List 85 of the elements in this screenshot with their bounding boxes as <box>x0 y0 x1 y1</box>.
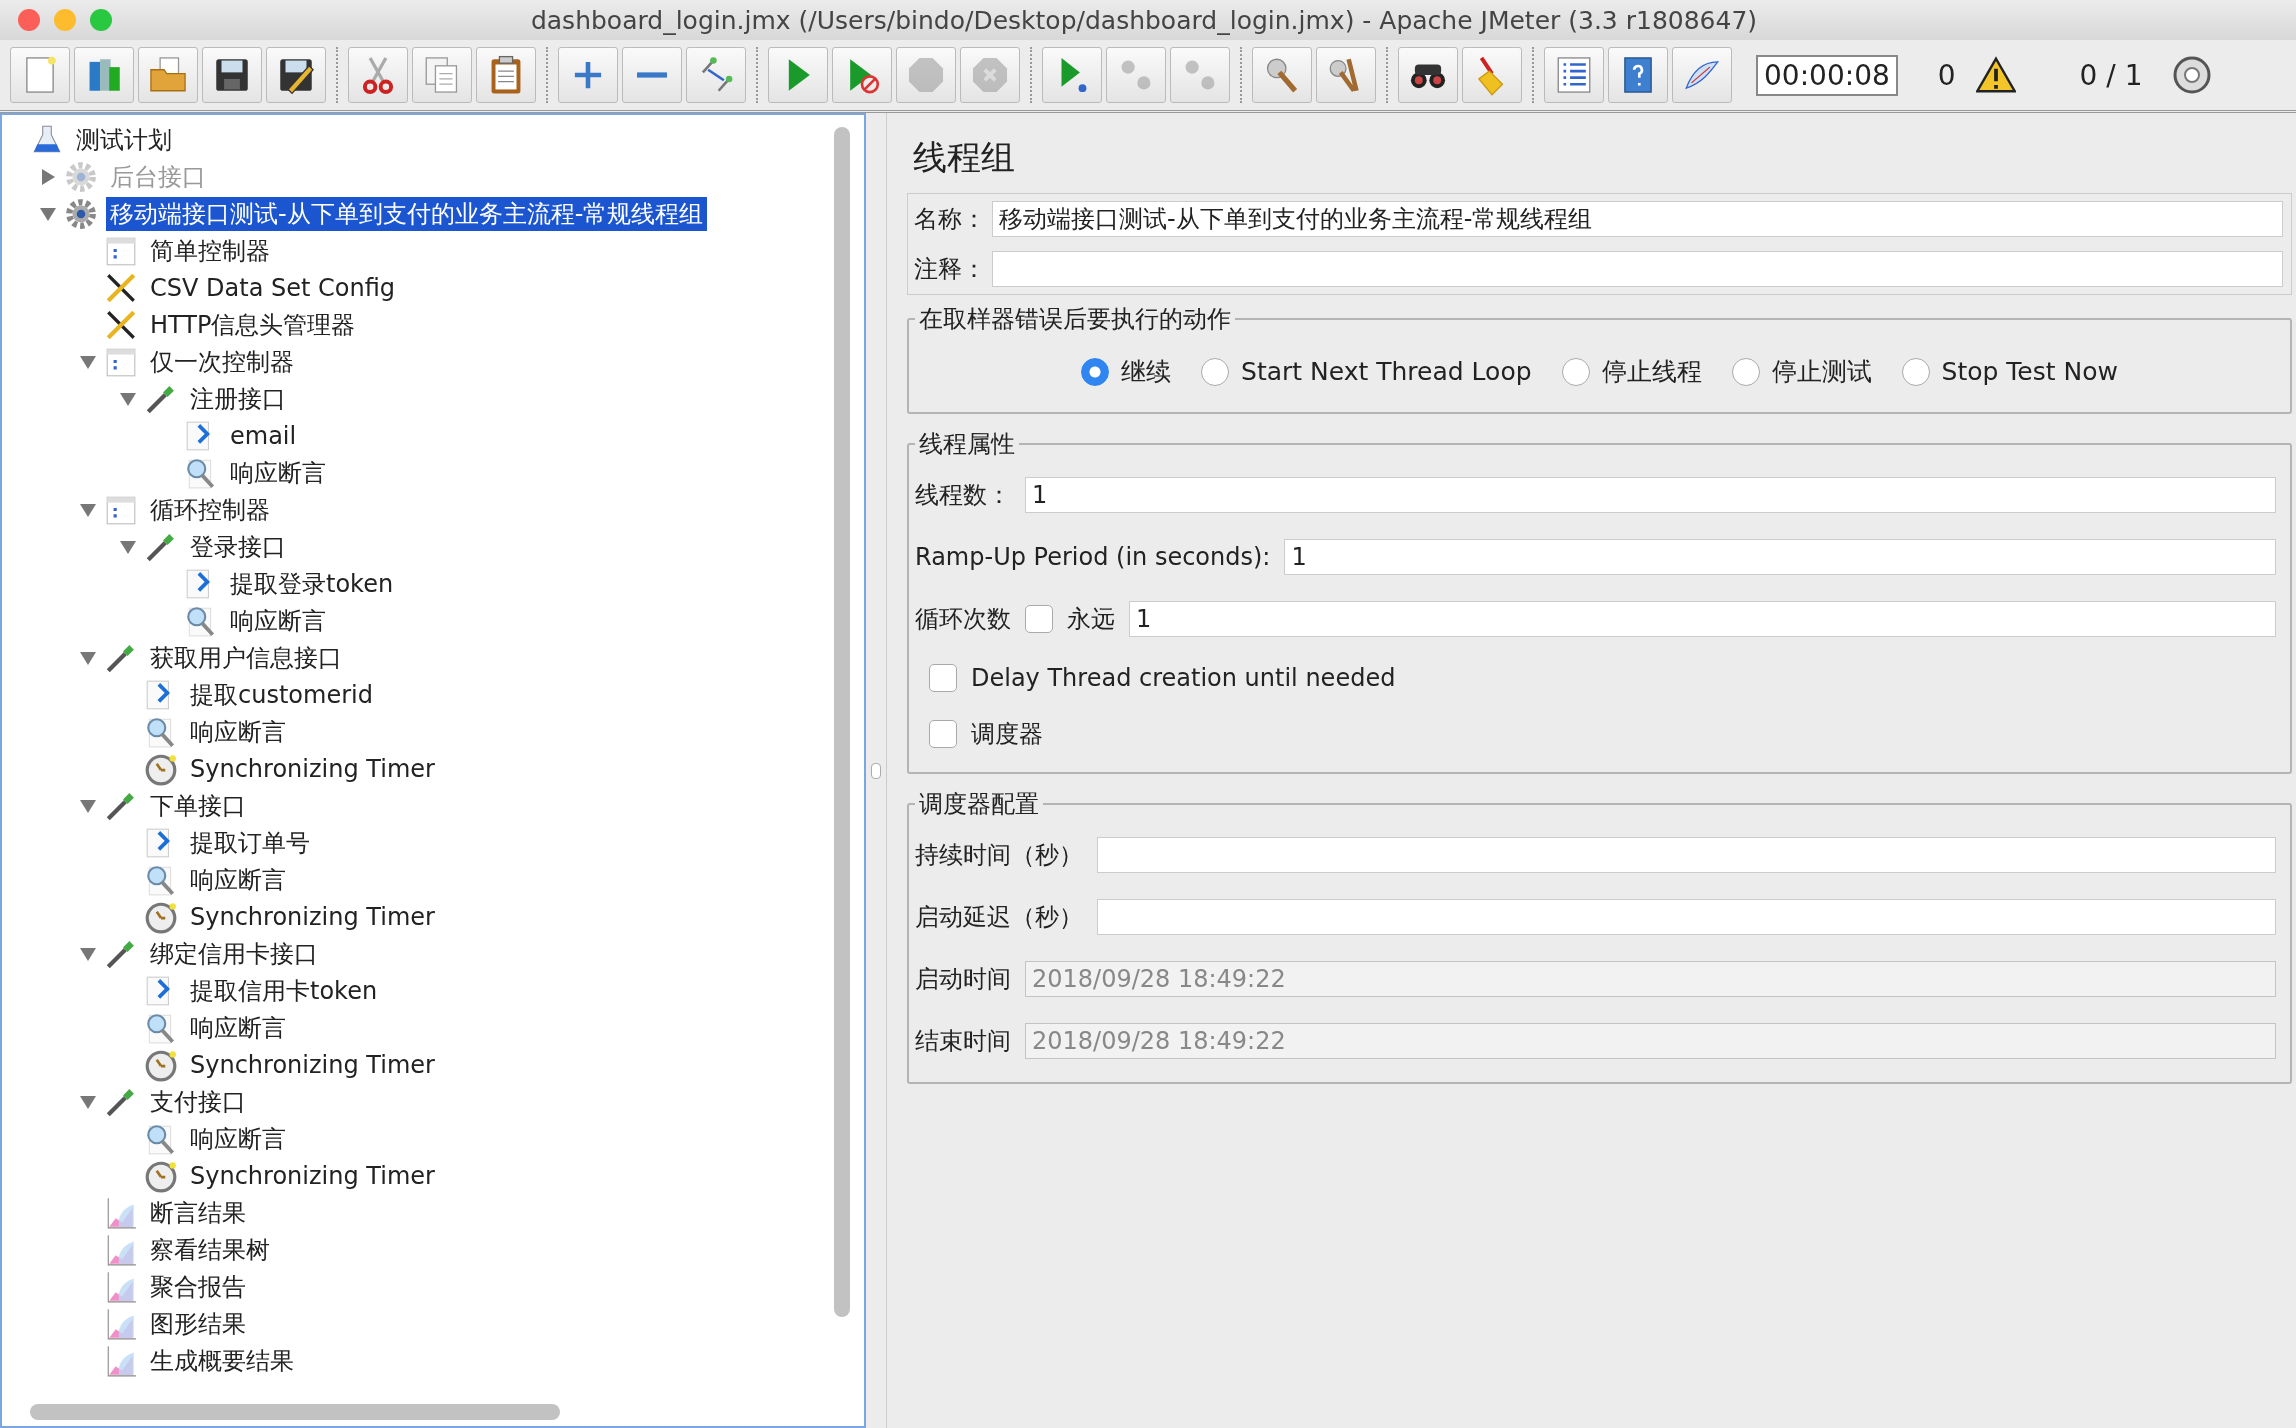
toolbar-button[interactable] <box>202 47 262 103</box>
field-label: 循环次数 <box>915 604 1011 635</box>
toolbar-button[interactable] <box>266 47 326 103</box>
radio-label[interactable]: Stop Test Now <box>1941 357 2118 386</box>
tree-item[interactable]: 移动端接口测试-从下单到支付的业务主流程-常规线程组 <box>106 196 708 231</box>
checkbox-label[interactable]: 永远 <box>1067 603 1115 635</box>
toolbar-button[interactable] <box>1398 47 1458 103</box>
loop-count-field[interactable]: 1 <box>1129 601 2276 637</box>
radio-label[interactable]: 继续 <box>1121 355 1172 388</box>
vertical-scrollbar[interactable] <box>834 127 850 1317</box>
tree-item[interactable]: 提取登录token <box>226 566 398 601</box>
tree-item[interactable]: 仅一次控制器 <box>146 344 298 379</box>
error-count: 0 <box>1937 58 1956 92</box>
tree-item[interactable]: 提取customerid <box>186 677 377 712</box>
tree-item[interactable]: 注册接口 <box>186 381 290 416</box>
input-field[interactable] <box>1097 837 2276 873</box>
section-title: 调度器配置 <box>919 790 1039 818</box>
input-field[interactable] <box>1097 899 2276 935</box>
radio-button[interactable] <box>1201 357 1230 386</box>
field-label: 启动延迟（秒） <box>915 902 1083 933</box>
radio-label[interactable]: 停止线程 <box>1601 355 1702 388</box>
tree-item[interactable]: 生成概要结果 <box>146 1343 298 1378</box>
radio-button[interactable] <box>1561 357 1590 386</box>
tree-item[interactable]: 循环控制器 <box>146 492 274 527</box>
checkbox-label[interactable]: 调度器 <box>971 718 1043 750</box>
checkbox[interactable] <box>1025 605 1053 633</box>
tree-item[interactable]: 响应断言 <box>186 1010 290 1045</box>
horizontal-scrollbar[interactable] <box>30 1404 560 1420</box>
tree-item[interactable]: Synchronizing Timer <box>186 1049 439 1080</box>
tree-item[interactable]: 断言结果 <box>146 1195 250 1230</box>
tree-item[interactable]: 响应断言 <box>186 1121 290 1156</box>
tree-item[interactable]: 响应断言 <box>226 455 330 490</box>
tree-item[interactable]: 提取订单号 <box>186 825 314 860</box>
checkbox[interactable] <box>929 664 957 692</box>
field-label: 名称： <box>914 204 986 235</box>
section-title: 在取样器错误后要执行的动作 <box>919 305 1231 333</box>
tree-item[interactable]: CSV Data Set Config <box>146 272 399 303</box>
minus-icon <box>637 72 667 78</box>
field-label: 持续时间（秒） <box>915 840 1083 871</box>
radio-button[interactable] <box>1901 357 1930 386</box>
tree-item[interactable]: 绑定信用卡接口 <box>146 936 322 971</box>
tree-item[interactable]: 简单控制器 <box>146 233 274 268</box>
tree-item[interactable]: Synchronizing Timer <box>186 753 439 784</box>
tree-item[interactable]: 响应断言 <box>186 714 290 749</box>
close-window-button[interactable] <box>18 9 40 31</box>
field-label: Ramp-Up Period (in seconds): <box>915 543 1271 571</box>
tree-item[interactable]: email <box>226 420 301 451</box>
tree-item[interactable]: Synchronizing Timer <box>186 901 439 932</box>
field-label: 启动时间 <box>915 964 1011 995</box>
radio-button[interactable] <box>1081 357 1110 386</box>
checkbox-label[interactable]: Delay Thread creation until needed <box>971 664 1396 692</box>
active-threads: 0 / 1 <box>2079 58 2143 92</box>
round-icon[interactable] <box>2172 55 2213 95</box>
tree-item[interactable]: 响应断言 <box>186 862 290 897</box>
tree-item[interactable]: 聚合报告 <box>146 1269 250 1304</box>
tree-item[interactable]: 察看结果树 <box>146 1232 274 1267</box>
panel-title: 线程组 <box>912 136 1016 179</box>
section-title: 线程属性 <box>919 430 1015 458</box>
comments-field[interactable] <box>992 251 2283 287</box>
field-label: 注释： <box>914 254 986 285</box>
splitter-handle[interactable] <box>871 762 881 779</box>
tree-item[interactable]: Synchronizing Timer <box>186 1160 439 1191</box>
ramp-up-field[interactable]: 1 <box>1284 539 2276 575</box>
field-label: 线程数： <box>915 480 1011 511</box>
tree-item[interactable]: 图形结果 <box>146 1306 250 1341</box>
tree-item[interactable]: 响应断言 <box>226 603 330 638</box>
warning-icon[interactable] <box>1975 56 2016 94</box>
elapsed-time: 00:00:08 <box>1756 54 1898 96</box>
name-field[interactable]: 移动端接口测试-从下单到支付的业务主流程-常规线程组 <box>992 201 2283 237</box>
field-label: 结束时间 <box>915 1026 1011 1057</box>
tree-item[interactable]: 下单接口 <box>146 788 250 823</box>
tree-item[interactable]: 获取用户信息接口 <box>146 640 346 675</box>
tree-item[interactable]: 登录接口 <box>186 529 290 564</box>
tree-item[interactable]: 支付接口 <box>146 1084 250 1119</box>
radio-label[interactable]: Start Next Thread Loop <box>1241 357 1532 386</box>
window-title: dashboard_login.jmx (/Users/bindo/Desktop/dashboard_login.jmx) - Apache JMeter (3.3 r1808647) <box>529 5 1759 35</box>
gear-icon <box>64 159 98 194</box>
checkbox[interactable] <box>929 720 957 748</box>
radio-button[interactable] <box>1731 357 1760 386</box>
radio-label[interactable]: 停止测试 <box>1771 355 1872 388</box>
thread-count-field[interactable]: 1 <box>1025 477 2276 513</box>
tree-item[interactable]: 提取信用卡token <box>186 973 382 1008</box>
tree-item[interactable]: 测试计划 <box>72 122 176 157</box>
gear-icon <box>64 196 98 231</box>
tree-item[interactable]: HTTP信息头管理器 <box>146 307 360 342</box>
